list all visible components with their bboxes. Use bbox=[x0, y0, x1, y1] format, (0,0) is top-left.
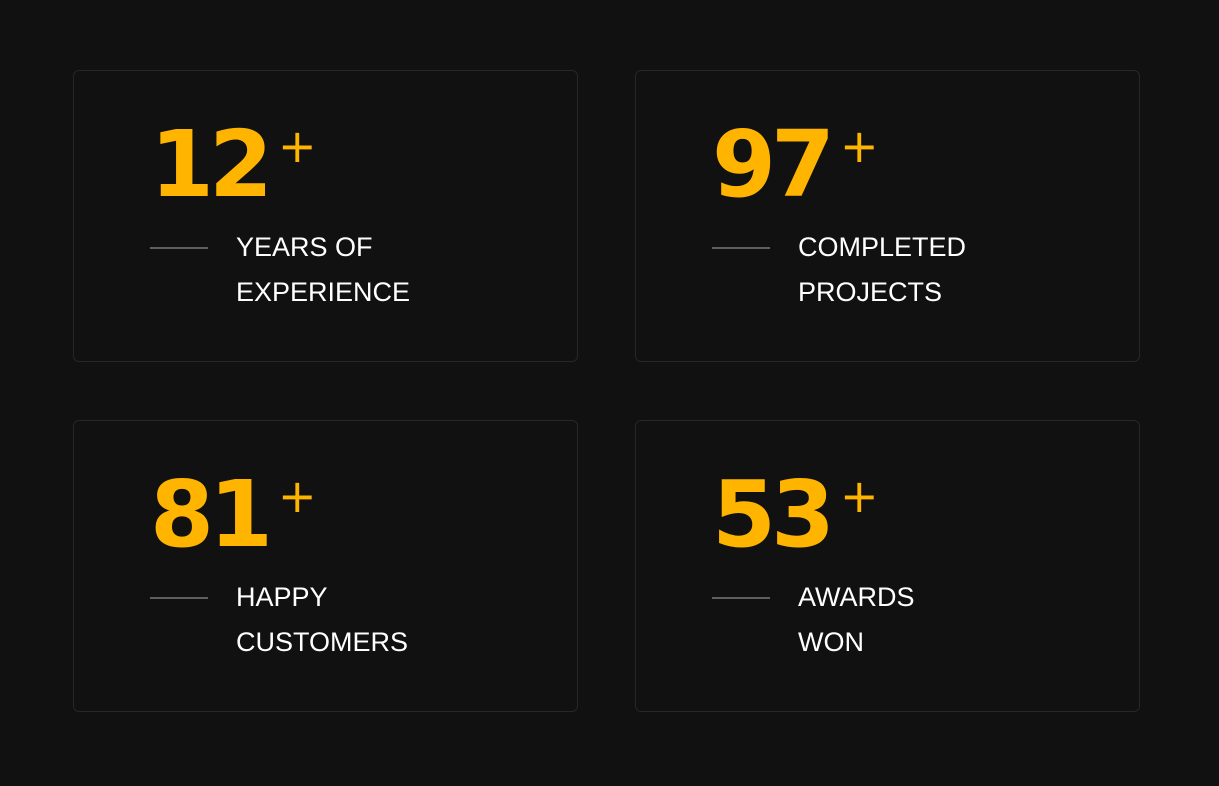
stat-card-completed-projects: 97 + COMPLETED PROJECTS bbox=[635, 70, 1140, 362]
stat-card-happy-customers: 81 + HAPPY CUSTOMERS bbox=[73, 420, 578, 712]
stat-label-line: WON bbox=[798, 627, 864, 657]
stat-label-line: EXPERIENCE bbox=[236, 277, 411, 307]
stat-suffix: + bbox=[278, 119, 317, 173]
stat-label-line: YEARS OF bbox=[236, 232, 373, 262]
stat-value: 12 bbox=[150, 111, 273, 218]
stat-divider-line bbox=[150, 247, 208, 249]
stats-grid: 12 + YEARS OF EXPERIENCE 97 + COMPLETED … bbox=[73, 70, 1140, 712]
stat-suffix: + bbox=[278, 469, 317, 523]
stat-label-line: HAPPY bbox=[236, 582, 328, 612]
stat-suffix: + bbox=[840, 469, 879, 523]
stat-value: 53 bbox=[712, 461, 835, 568]
stat-label-line: AWARDS bbox=[798, 582, 915, 612]
stat-number-row: 12 + bbox=[150, 115, 317, 215]
stat-label: COMPLETED PROJECTS bbox=[798, 225, 1108, 315]
stat-label-line: COMPLETED bbox=[798, 232, 967, 262]
stat-number-row: 53 + bbox=[712, 465, 879, 565]
stat-value: 97 bbox=[712, 111, 835, 218]
stat-number-row: 97 + bbox=[712, 115, 879, 215]
stat-suffix: + bbox=[840, 119, 879, 173]
stat-label: AWARDS WON bbox=[798, 575, 1108, 665]
stat-label-line: PROJECTS bbox=[798, 277, 943, 307]
stat-divider-line bbox=[712, 597, 770, 599]
stat-label: YEARS OF EXPERIENCE bbox=[236, 225, 546, 315]
stat-label: HAPPY CUSTOMERS bbox=[236, 575, 546, 665]
stat-card-years-experience: 12 + YEARS OF EXPERIENCE bbox=[73, 70, 578, 362]
stat-card-awards-won: 53 + AWARDS WON bbox=[635, 420, 1140, 712]
stat-divider-line bbox=[150, 597, 208, 599]
stat-divider-line bbox=[712, 247, 770, 249]
stat-label-line: CUSTOMERS bbox=[236, 627, 409, 657]
stat-number-row: 81 + bbox=[150, 465, 317, 565]
stat-value: 81 bbox=[150, 461, 273, 568]
